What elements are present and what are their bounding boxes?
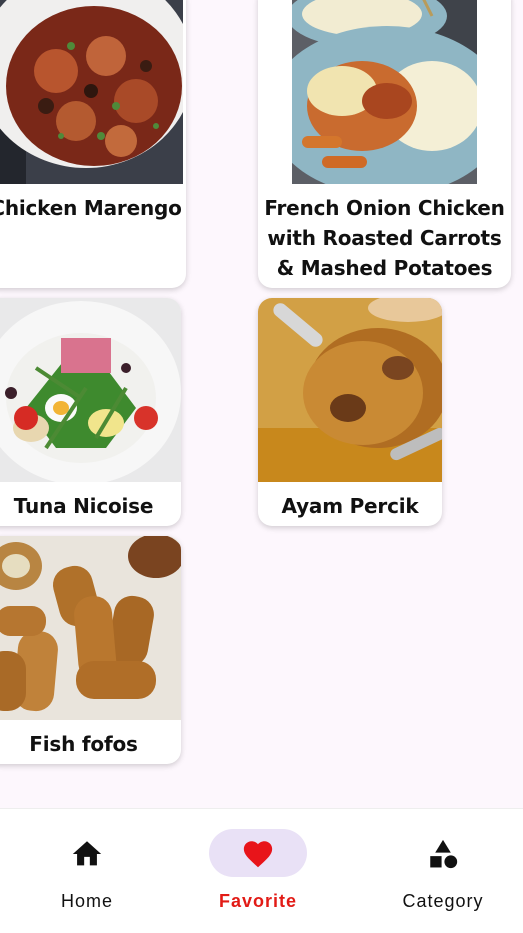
favorites-screen: Chicken Marengo French Onion Chicken wit… <box>0 0 523 933</box>
category-icon <box>430 839 458 869</box>
recipe-card[interactable]: Chicken Marengo <box>0 0 186 288</box>
recipe-title: Chicken Marengo <box>0 196 182 220</box>
recipe-image <box>258 298 442 482</box>
recipe-card[interactable]: Ayam Percik <box>258 298 442 526</box>
recipe-card[interactable]: Fish fofos <box>0 536 181 764</box>
recipe-title: Ayam Percik <box>281 494 419 518</box>
nav-item-home[interactable]: Home <box>0 809 174 933</box>
recipe-title: Fish fofos <box>29 732 138 756</box>
recipe-card[interactable]: Tuna Nicoise <box>0 298 181 526</box>
recipe-image <box>0 298 181 482</box>
recipe-image <box>292 0 477 184</box>
tuna-nicoise-photo <box>0 298 181 482</box>
bottom-navigation: Home Favorite Category <box>0 808 523 933</box>
heart-icon <box>243 841 273 868</box>
nav-label: Category <box>402 891 484 911</box>
home-icon <box>72 841 102 866</box>
nav-label: Favorite <box>218 891 298 911</box>
fish-fofos-photo <box>0 536 181 720</box>
recipe-image <box>0 0 183 184</box>
ayam-percik-photo <box>258 298 442 482</box>
french-onion-chicken-photo <box>292 0 477 184</box>
recipe-image <box>0 536 181 720</box>
nav-item-category[interactable]: Category <box>356 809 523 933</box>
recipe-title: French Onion Chicken with Roasted Carrot… <box>264 196 505 280</box>
nav-item-favorite[interactable]: Favorite <box>171 809 345 933</box>
recipe-card[interactable]: French Onion Chicken with Roasted Carrot… <box>258 0 511 288</box>
chicken-marengo-photo <box>0 0 183 184</box>
recipe-title: Tuna Nicoise <box>13 494 154 518</box>
nav-label: Home <box>60 891 113 911</box>
